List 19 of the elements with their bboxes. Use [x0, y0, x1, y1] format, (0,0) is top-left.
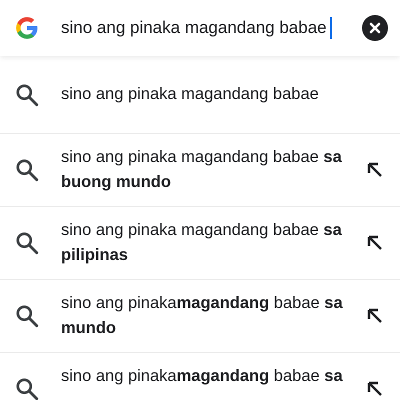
g-logo-icon: [14, 15, 40, 41]
fill-query-arrow-icon[interactable]: [366, 234, 384, 252]
clear-button[interactable]: [362, 15, 388, 41]
suggestion-text[interactable]: sino ang pinakamagandang babae sa: [61, 364, 356, 400]
search-field[interactable]: sino ang pinaka magandang babae: [61, 15, 330, 41]
search-icon: [14, 376, 40, 400]
fill-query-arrow-icon[interactable]: [366, 307, 384, 325]
text-cursor: [330, 17, 332, 39]
search-icon: [14, 230, 40, 256]
search-icon: [14, 157, 40, 183]
search-icon: [14, 303, 40, 329]
search-icon: [14, 82, 40, 108]
suggestion-text[interactable]: sino ang pinaka magandang babae sa buong mundo: [61, 145, 356, 195]
suggestion-text[interactable]: sino ang pinaka magandang babae: [61, 82, 384, 107]
fill-query-arrow-icon[interactable]: [366, 161, 384, 179]
suggestion-text[interactable]: sino ang pinaka magandang babae sa pilipinas: [61, 218, 356, 268]
suggestion-text[interactable]: sino ang pinakamagandang babae sa mundo: [61, 291, 356, 341]
close-icon: [369, 22, 381, 34]
fill-query-arrow-icon[interactable]: [366, 380, 384, 398]
